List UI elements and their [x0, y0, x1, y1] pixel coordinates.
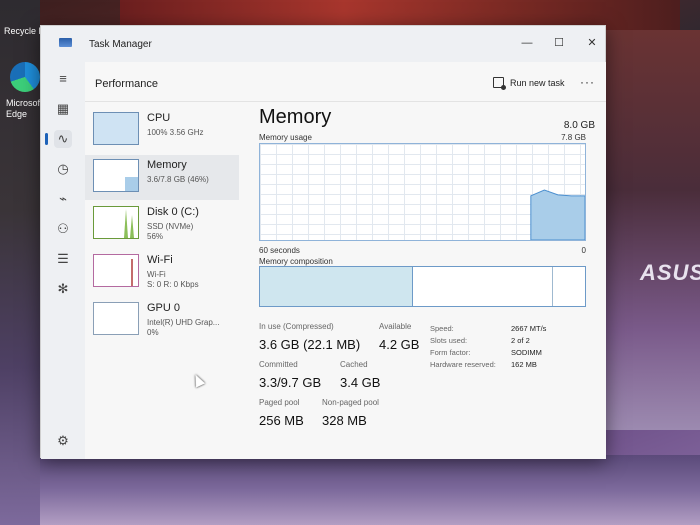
- desktop-wallpaper-bottom: [0, 455, 700, 525]
- device-detail: SSD (NVMe): [147, 222, 194, 231]
- available-value: 4.2 GB: [379, 337, 420, 352]
- app-history-icon[interactable]: ◷: [54, 160, 72, 178]
- title-bar[interactable]: Task Manager — ☐ ✕: [41, 26, 605, 62]
- memory-detail-panel: Memory 8.0 GB Memory usage 7.8 GB 60 sec…: [255, 102, 595, 459]
- device-usage: 56%: [147, 232, 164, 241]
- memory-usage-max: 7.8 GB: [561, 133, 586, 142]
- page-title: Performance: [95, 78, 158, 90]
- spec-value: 2667 MT/s: [511, 324, 547, 333]
- spec-value: SODIMM: [511, 348, 542, 357]
- cpu-thumbnail-fill: [94, 113, 138, 144]
- edge-label-line2: Edge: [6, 109, 28, 119]
- maximize-button[interactable]: ☐: [551, 36, 567, 50]
- memory-thumbnail-graph: [93, 159, 139, 192]
- disk-thumbnail-graph: [93, 206, 139, 239]
- edge-icon[interactable]: [10, 62, 40, 92]
- memory-title: Memory: [259, 106, 332, 128]
- in-use-label: In use (Compressed): [259, 322, 334, 331]
- spec-label: Speed:: [430, 324, 454, 333]
- device-detail: Intel(R) UHD Grap...: [147, 318, 220, 327]
- spec-value: 162 MB: [511, 360, 537, 369]
- wifi-thumbnail-graph: [93, 254, 139, 287]
- device-gpu[interactable]: GPU 0 Intel(R) UHD Grap... 0%: [85, 298, 239, 343]
- desktop-wallpaper-right: [600, 30, 700, 430]
- paged-pool-value: 256 MB: [259, 413, 304, 428]
- device-throughput: S: 0 R: 0 Kbps: [147, 280, 199, 289]
- spec-label: Hardware reserved:: [430, 360, 496, 369]
- edge-label[interactable]: Microsoft Edge: [6, 98, 43, 120]
- details-icon[interactable]: ☰: [54, 250, 72, 268]
- memory-thumbnail-fill: [124, 176, 138, 191]
- wifi-activity-graph: [131, 259, 133, 286]
- cached-label: Cached: [340, 360, 368, 369]
- device-wifi[interactable]: Wi-Fi Wi-Fi S: 0 R: 0 Kbps: [85, 250, 239, 295]
- memory-usage-area: [530, 189, 585, 240]
- memory-total: 8.0 GB: [563, 120, 595, 131]
- run-new-task-label: Run new task: [510, 77, 565, 88]
- device-detail: 100% 3.56 GHz: [147, 128, 204, 137]
- non-paged-pool-label: Non-paged pool: [322, 398, 379, 407]
- window-title: Task Manager: [89, 39, 152, 50]
- device-detail: Wi-Fi: [147, 270, 166, 279]
- composition-standby: [412, 267, 553, 306]
- graph-time-label: 60 seconds: [259, 246, 300, 255]
- device-usage: 0%: [147, 328, 159, 337]
- cached-value: 3.4 GB: [340, 375, 381, 390]
- processes-icon[interactable]: ▦: [54, 100, 72, 118]
- performance-icon[interactable]: ∿: [45, 130, 72, 148]
- settings-gear-icon[interactable]: ⚙: [54, 432, 72, 450]
- performance-header: Performance Run new task ···: [85, 62, 606, 102]
- run-new-task-button[interactable]: Run new task: [493, 77, 565, 90]
- device-name: Memory: [147, 159, 187, 171]
- disk-activity-graph: [124, 209, 134, 238]
- memory-usage-graph: [259, 143, 586, 241]
- non-paged-pool-value: 328 MB: [322, 413, 367, 428]
- spec-label: Form factor:: [430, 348, 471, 357]
- device-detail: 3.6/7.8 GB (46%): [147, 175, 209, 184]
- graph-time-end: 0: [581, 246, 586, 255]
- task-manager-icon: [59, 38, 72, 47]
- device-name: Wi-Fi: [147, 254, 173, 266]
- device-name: CPU: [147, 112, 171, 124]
- startup-apps-icon[interactable]: ⌁: [54, 190, 72, 208]
- spec-value: 2 of 2: [511, 336, 530, 345]
- more-options-button[interactable]: ···: [580, 75, 595, 89]
- memory-usage-plot: [530, 189, 585, 240]
- cpu-thumbnail-graph: [93, 112, 139, 145]
- memory-usage-label: Memory usage: [259, 133, 312, 142]
- in-use-value: 3.6 GB (22.1 MB): [259, 337, 361, 352]
- committed-label: Committed: [259, 360, 298, 369]
- paged-pool-label: Paged pool: [259, 398, 300, 407]
- device-disk[interactable]: Disk 0 (C:) SSD (NVMe) 56%: [85, 202, 239, 247]
- nav-sidebar: ≡ ▦ ∿ ◷ ⌁ ⚇ ☰ ✻ ⚙: [41, 62, 85, 459]
- spec-label: Slots used:: [430, 336, 468, 345]
- device-cpu[interactable]: CPU 100% 3.56 GHz: [85, 108, 239, 153]
- users-icon[interactable]: ⚇: [54, 220, 72, 238]
- device-name: Disk 0 (C:): [147, 206, 199, 218]
- asus-logo: ASUS: [640, 260, 700, 285]
- minimize-button[interactable]: —: [519, 36, 535, 50]
- services-icon[interactable]: ✻: [54, 280, 72, 298]
- device-memory[interactable]: Memory 3.6/7.8 GB (46%): [85, 155, 239, 200]
- device-name: GPU 0: [147, 302, 181, 314]
- close-button[interactable]: ✕: [584, 36, 600, 50]
- run-task-icon: [493, 77, 506, 90]
- memory-composition-label: Memory composition: [259, 257, 333, 266]
- composition-in-use: [260, 267, 413, 306]
- edge-label-line1: Microsoft: [6, 98, 43, 108]
- committed-value: 3.3/9.7 GB: [259, 375, 322, 390]
- hamburger-menu-icon[interactable]: ≡: [54, 70, 72, 88]
- gpu-thumbnail-graph: [93, 302, 139, 335]
- memory-composition-bar: [259, 266, 586, 307]
- performance-pane: Performance Run new task ··· CPU 100% 3.…: [85, 62, 606, 459]
- task-manager-window: Task Manager — ☐ ✕ ≡ ▦ ∿ ◷ ⌁ ⚇ ☰ ✻ ⚙ Per…: [40, 25, 606, 459]
- recycle-bin-label[interactable]: Recycle B: [4, 26, 45, 36]
- available-label: Available: [379, 322, 412, 331]
